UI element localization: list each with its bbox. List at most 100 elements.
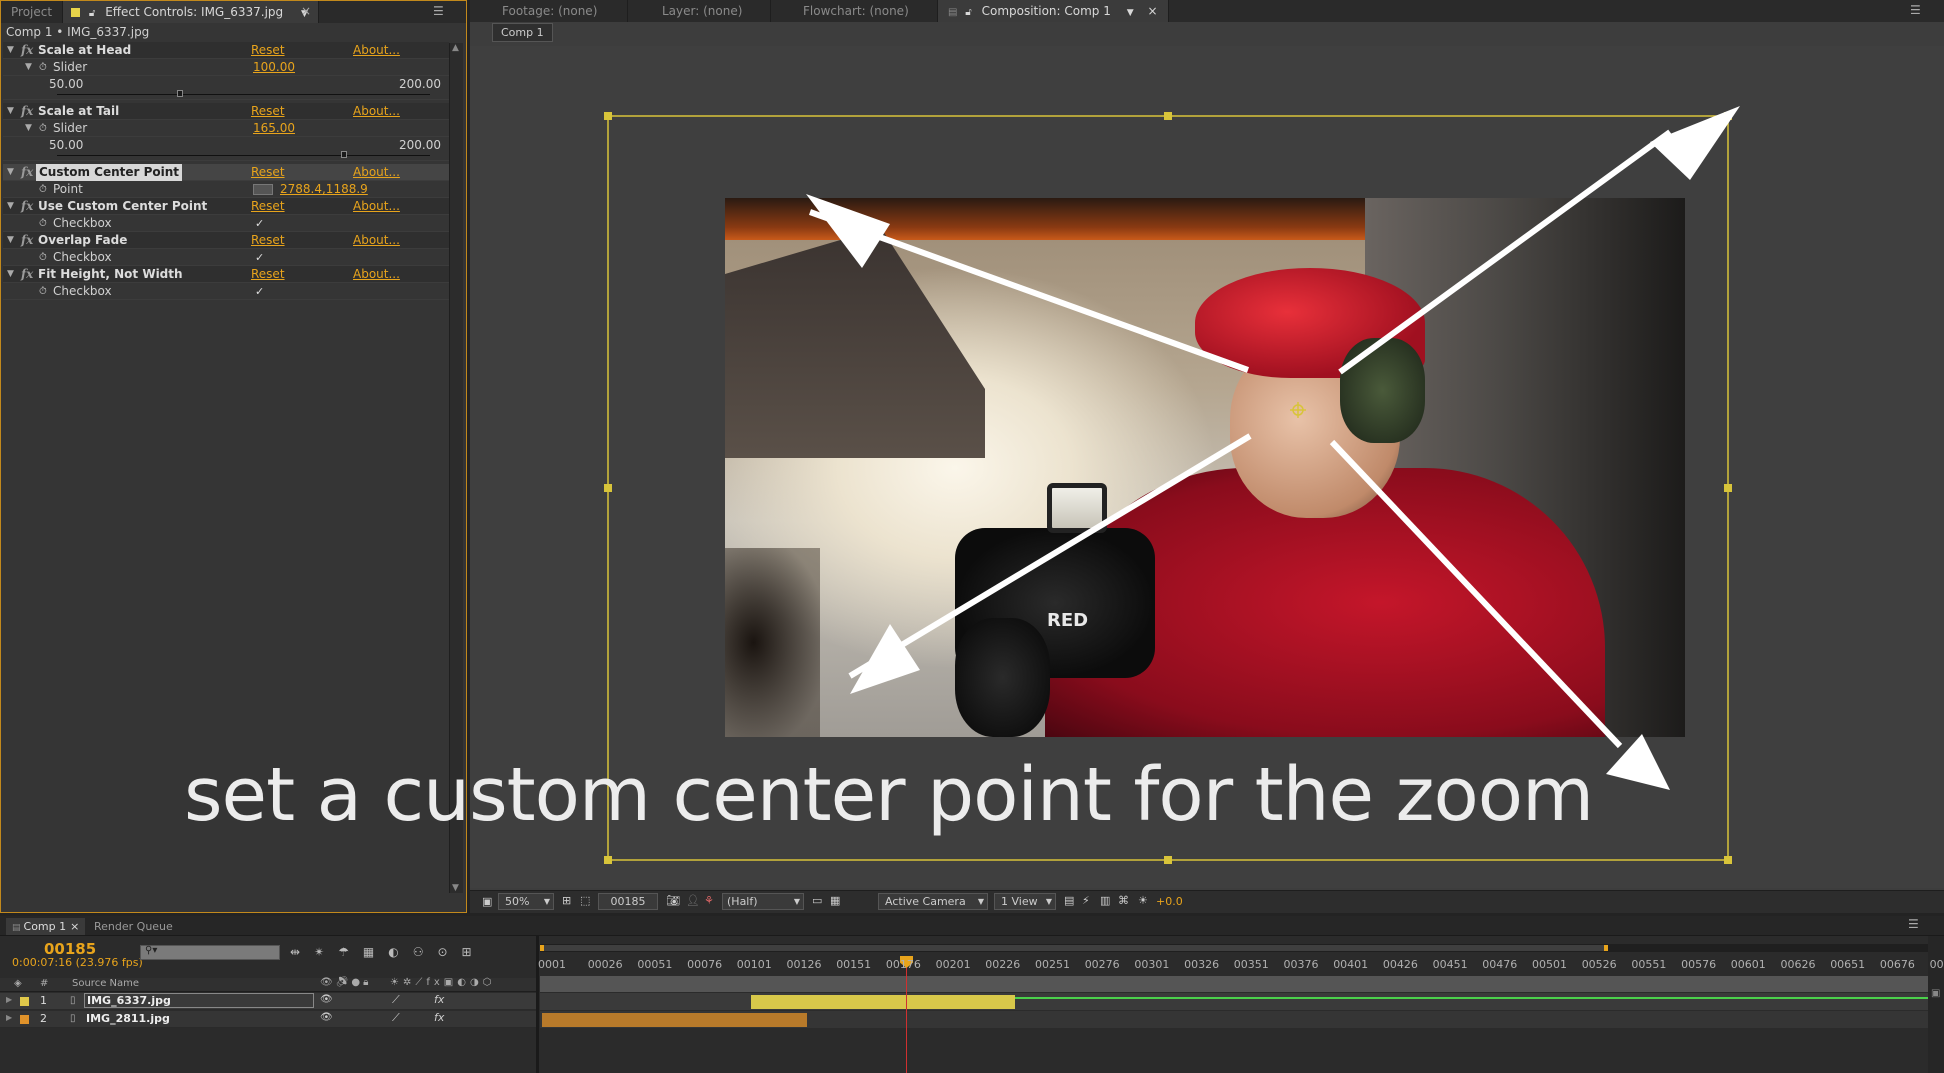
fast-previews-icon[interactable]: ▭ bbox=[812, 894, 822, 907]
effects-switch-icon[interactable]: fx bbox=[434, 993, 444, 1006]
exposure-icon[interactable]: ☀︎ bbox=[1138, 894, 1148, 907]
twirl-open-icon[interactable]: ▼ bbox=[25, 120, 32, 137]
anchor-point-icon[interactable] bbox=[1290, 402, 1306, 418]
comp-navigator-button[interactable]: Comp 1 bbox=[492, 23, 553, 42]
always-preview-icon[interactable]: ▣ bbox=[482, 895, 492, 908]
slider-value[interactable]: 100.00 bbox=[253, 59, 295, 76]
twirl-open-icon[interactable]: ▼ bbox=[7, 164, 14, 181]
tab-flowchart[interactable]: Flowchart: (none) bbox=[771, 0, 938, 22]
motion-blur-icon[interactable]: ◐ bbox=[388, 945, 412, 959]
stopwatch-icon[interactable]: ⏱︎ bbox=[39, 249, 47, 266]
layer-name[interactable]: IMG_2811.jpg bbox=[86, 1012, 170, 1025]
checkbox[interactable]: ✓ bbox=[255, 249, 264, 266]
frame-blending-icon[interactable]: ▦ bbox=[363, 945, 388, 959]
about-link[interactable]: About... bbox=[353, 232, 400, 249]
about-link[interactable]: About... bbox=[353, 42, 400, 59]
fx-icon[interactable]: fx bbox=[21, 42, 33, 59]
reset-link[interactable]: Reset bbox=[251, 103, 285, 120]
twirl-open-icon[interactable]: ▼ bbox=[7, 198, 14, 215]
tab-render-queue[interactable]: Render Queue bbox=[94, 918, 173, 935]
slider-handle[interactable] bbox=[341, 151, 348, 158]
snapshot-camera-icon[interactable]: 📷︎ bbox=[666, 894, 680, 907]
fx-icon[interactable]: fx bbox=[21, 164, 33, 181]
layer-label-color[interactable] bbox=[20, 1015, 29, 1024]
reset-link[interactable]: Reset bbox=[251, 42, 285, 59]
effect-row-scale-at-head[interactable]: ▼ fx Scale at Head Reset About... bbox=[3, 42, 449, 59]
effect-row-overlap-fade[interactable]: ▼ fx Overlap Fade Reset About... bbox=[3, 232, 449, 249]
layer-row-2[interactable]: ▶ 2 ▯ IMG_2811.jpg 👁︎ ⟋ fx bbox=[0, 1011, 536, 1028]
reset-link[interactable]: Reset bbox=[251, 232, 285, 249]
video-eye-icon[interactable]: 👁︎ bbox=[320, 1012, 333, 1023]
panel-menu-icon[interactable]: ☰ bbox=[1910, 3, 1921, 17]
live-update-icon[interactable]: ⊞ bbox=[462, 945, 486, 959]
work-area-bar[interactable] bbox=[540, 976, 1928, 992]
bbox-handle-middle-right[interactable] bbox=[1724, 484, 1732, 492]
toggle-pixel-aspect-icon[interactable]: ▤ bbox=[1064, 894, 1074, 907]
effect-row-fit-height[interactable]: ▼ fx Fit Height, Not Width Reset About..… bbox=[3, 266, 449, 283]
tab-comp1[interactable]: ▤ Comp 1 × bbox=[6, 918, 86, 935]
timeline-icon[interactable]: ▥ bbox=[1100, 894, 1110, 907]
layer-name[interactable]: IMG_6337.jpg bbox=[84, 993, 314, 1008]
layer-bar-1[interactable] bbox=[751, 995, 1015, 1009]
point-value[interactable]: 2788.4,1188.9 bbox=[280, 181, 368, 198]
reset-link[interactable]: Reset bbox=[251, 164, 285, 181]
video-eye-icon[interactable]: 👁︎ bbox=[320, 994, 333, 1005]
about-link[interactable]: About... bbox=[353, 164, 400, 181]
lock-icon[interactable]: 🔓︎ bbox=[965, 7, 971, 18]
brainstorm-icon[interactable]: ⊙ bbox=[437, 945, 461, 959]
current-frame-field[interactable]: 00185 bbox=[598, 893, 658, 910]
twirl-closed-icon[interactable]: ▶ bbox=[6, 1013, 12, 1022]
graph-editor-icon[interactable]: ⚇ bbox=[413, 945, 438, 959]
safe-margins-icon[interactable]: ⊞ bbox=[562, 894, 571, 907]
close-tab-icon[interactable]: × bbox=[301, 4, 311, 18]
effect-row-scale-at-tail[interactable]: ▼ fx Scale at Tail Reset About... bbox=[3, 103, 449, 120]
layer-bar-2[interactable] bbox=[542, 1013, 807, 1027]
checkbox[interactable]: ✓ bbox=[255, 283, 264, 300]
twirl-open-icon[interactable]: ▼ bbox=[7, 42, 14, 59]
magnification-dropdown[interactable]: 50% ▼ bbox=[498, 893, 554, 910]
view-layout-dropdown[interactable]: 1 View ▼ bbox=[994, 893, 1056, 910]
layer-search-input[interactable]: ⚲▾ bbox=[140, 945, 280, 960]
fx-icon[interactable]: fx bbox=[21, 266, 33, 283]
tab-footage[interactable]: Footage: (none) bbox=[470, 0, 628, 22]
slider-handle[interactable] bbox=[177, 90, 184, 97]
fx-icon[interactable]: fx bbox=[21, 103, 33, 120]
close-tab-icon[interactable]: × bbox=[70, 920, 79, 933]
scroll-down-icon[interactable]: ▼ bbox=[452, 883, 459, 893]
shy-icon[interactable]: ☂ bbox=[338, 945, 363, 959]
twirl-open-icon[interactable]: ▼ bbox=[25, 59, 32, 76]
bbox-handle-bottom-left[interactable] bbox=[604, 856, 612, 864]
show-snapshot-icon[interactable]: 👤︎ bbox=[686, 894, 700, 907]
tab-project[interactable]: Project bbox=[1, 1, 64, 23]
close-tab-icon[interactable]: × bbox=[1147, 4, 1157, 18]
time-navigator-range[interactable] bbox=[540, 945, 1608, 951]
bbox-handle-bottom-right[interactable] bbox=[1724, 856, 1732, 864]
twirl-closed-icon[interactable]: ▶ bbox=[6, 995, 12, 1004]
about-link[interactable]: About... bbox=[353, 266, 400, 283]
scroll-up-icon[interactable]: ▲ bbox=[452, 43, 459, 53]
bbox-handle-bottom-center[interactable] bbox=[1164, 856, 1172, 864]
slider-value[interactable]: 165.00 bbox=[253, 120, 295, 137]
about-link[interactable]: About... bbox=[353, 198, 400, 215]
twirl-open-icon[interactable]: ▼ bbox=[7, 266, 14, 283]
about-link[interactable]: About... bbox=[353, 103, 400, 120]
bbox-handle-top-center[interactable] bbox=[1164, 112, 1172, 120]
timeline-divider[interactable] bbox=[536, 936, 539, 1073]
time-navigator[interactable] bbox=[540, 944, 1928, 952]
resolution-dropdown[interactable]: (Half) ▼ bbox=[722, 893, 804, 910]
effects-switch-icon[interactable]: fx bbox=[434, 1011, 444, 1024]
panel-menu-icon[interactable]: ☰ bbox=[433, 4, 444, 18]
bbox-handle-middle-left[interactable] bbox=[604, 484, 612, 492]
comp-button-icon[interactable]: ▣ bbox=[1931, 988, 1940, 999]
fx-icon[interactable]: fx bbox=[21, 232, 33, 249]
layer-label-color[interactable] bbox=[20, 997, 29, 1006]
stopwatch-icon[interactable]: ⏱︎ bbox=[39, 59, 47, 76]
reset-link[interactable]: Reset bbox=[251, 266, 285, 283]
flowchart-icon[interactable]: ⌘ bbox=[1118, 894, 1129, 907]
stopwatch-icon[interactable]: ⏱︎ bbox=[39, 181, 47, 198]
twirl-open-icon[interactable]: ▼ bbox=[7, 103, 14, 120]
draft-3d-icon[interactable]: ✴ bbox=[314, 945, 338, 959]
checkbox[interactable]: ✓ bbox=[255, 215, 264, 232]
effect-row-use-custom-center-point[interactable]: ▼ fx Use Custom Center Point Reset About… bbox=[3, 198, 449, 215]
tab-menu-chevron-icon[interactable]: ▼ bbox=[1127, 8, 1134, 18]
